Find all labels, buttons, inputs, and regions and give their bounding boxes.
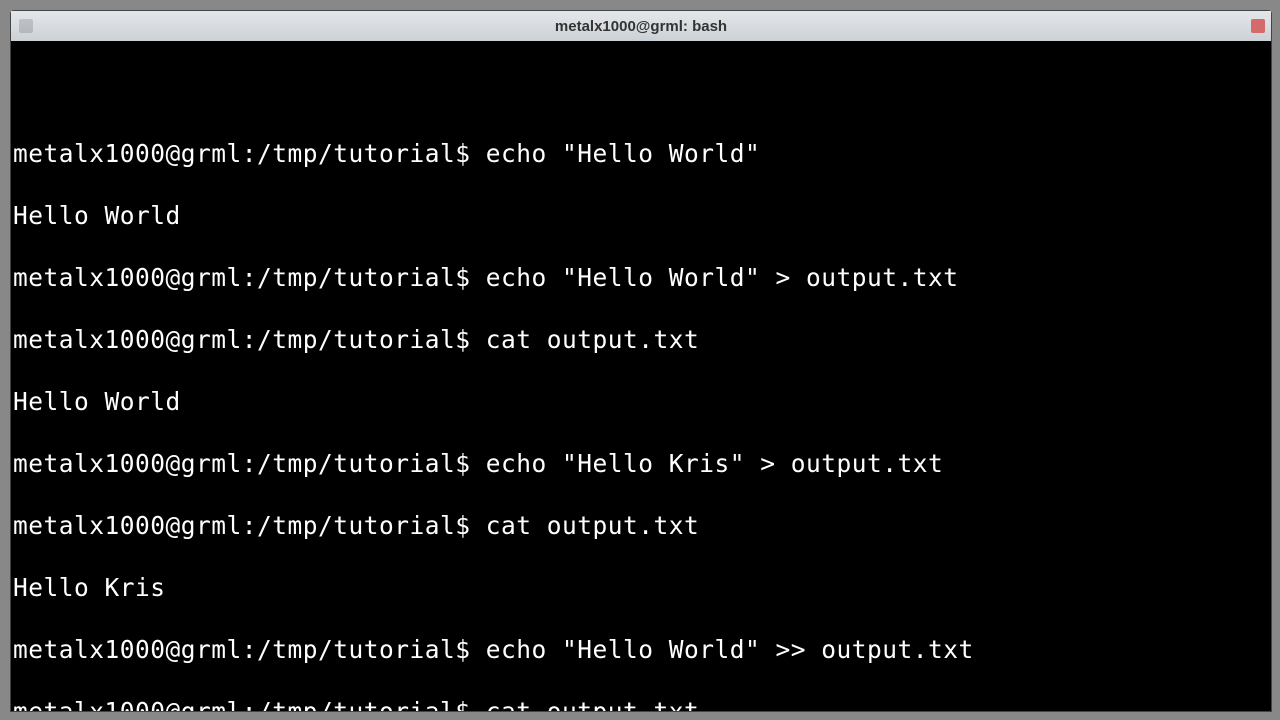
output-line: Hello Kris bbox=[13, 572, 1269, 603]
terminal-body[interactable]: metalx1000@grml:/tmp/tutorial$ echo "Hel… bbox=[11, 41, 1271, 711]
window-close-icon[interactable] bbox=[1251, 19, 1265, 33]
prompt-line: metalx1000@grml:/tmp/tutorial$ cat outpu… bbox=[13, 696, 1269, 711]
prompt-line: metalx1000@grml:/tmp/tutorial$ cat outpu… bbox=[13, 510, 1269, 541]
output-line: Hello World bbox=[13, 200, 1269, 231]
window-title: metalx1000@grml: bash bbox=[555, 18, 727, 35]
prompt-line: metalx1000@grml:/tmp/tutorial$ echo "Hel… bbox=[13, 262, 1269, 293]
output-line: Hello World bbox=[13, 386, 1269, 417]
terminal-window: metalx1000@grml: bash metalx1000@grml:/t… bbox=[10, 10, 1272, 712]
window-titlebar[interactable]: metalx1000@grml: bash bbox=[11, 11, 1271, 41]
prompt-line: metalx1000@grml:/tmp/tutorial$ echo "Hel… bbox=[13, 448, 1269, 479]
prompt-line: metalx1000@grml:/tmp/tutorial$ echo "Hel… bbox=[13, 634, 1269, 665]
prompt-line: metalx1000@grml:/tmp/tutorial$ cat outpu… bbox=[13, 324, 1269, 355]
text-cursor-icon bbox=[472, 442, 474, 468]
window-menu-icon[interactable] bbox=[19, 19, 33, 33]
prompt-line: metalx1000@grml:/tmp/tutorial$ echo "Hel… bbox=[13, 138, 1269, 169]
